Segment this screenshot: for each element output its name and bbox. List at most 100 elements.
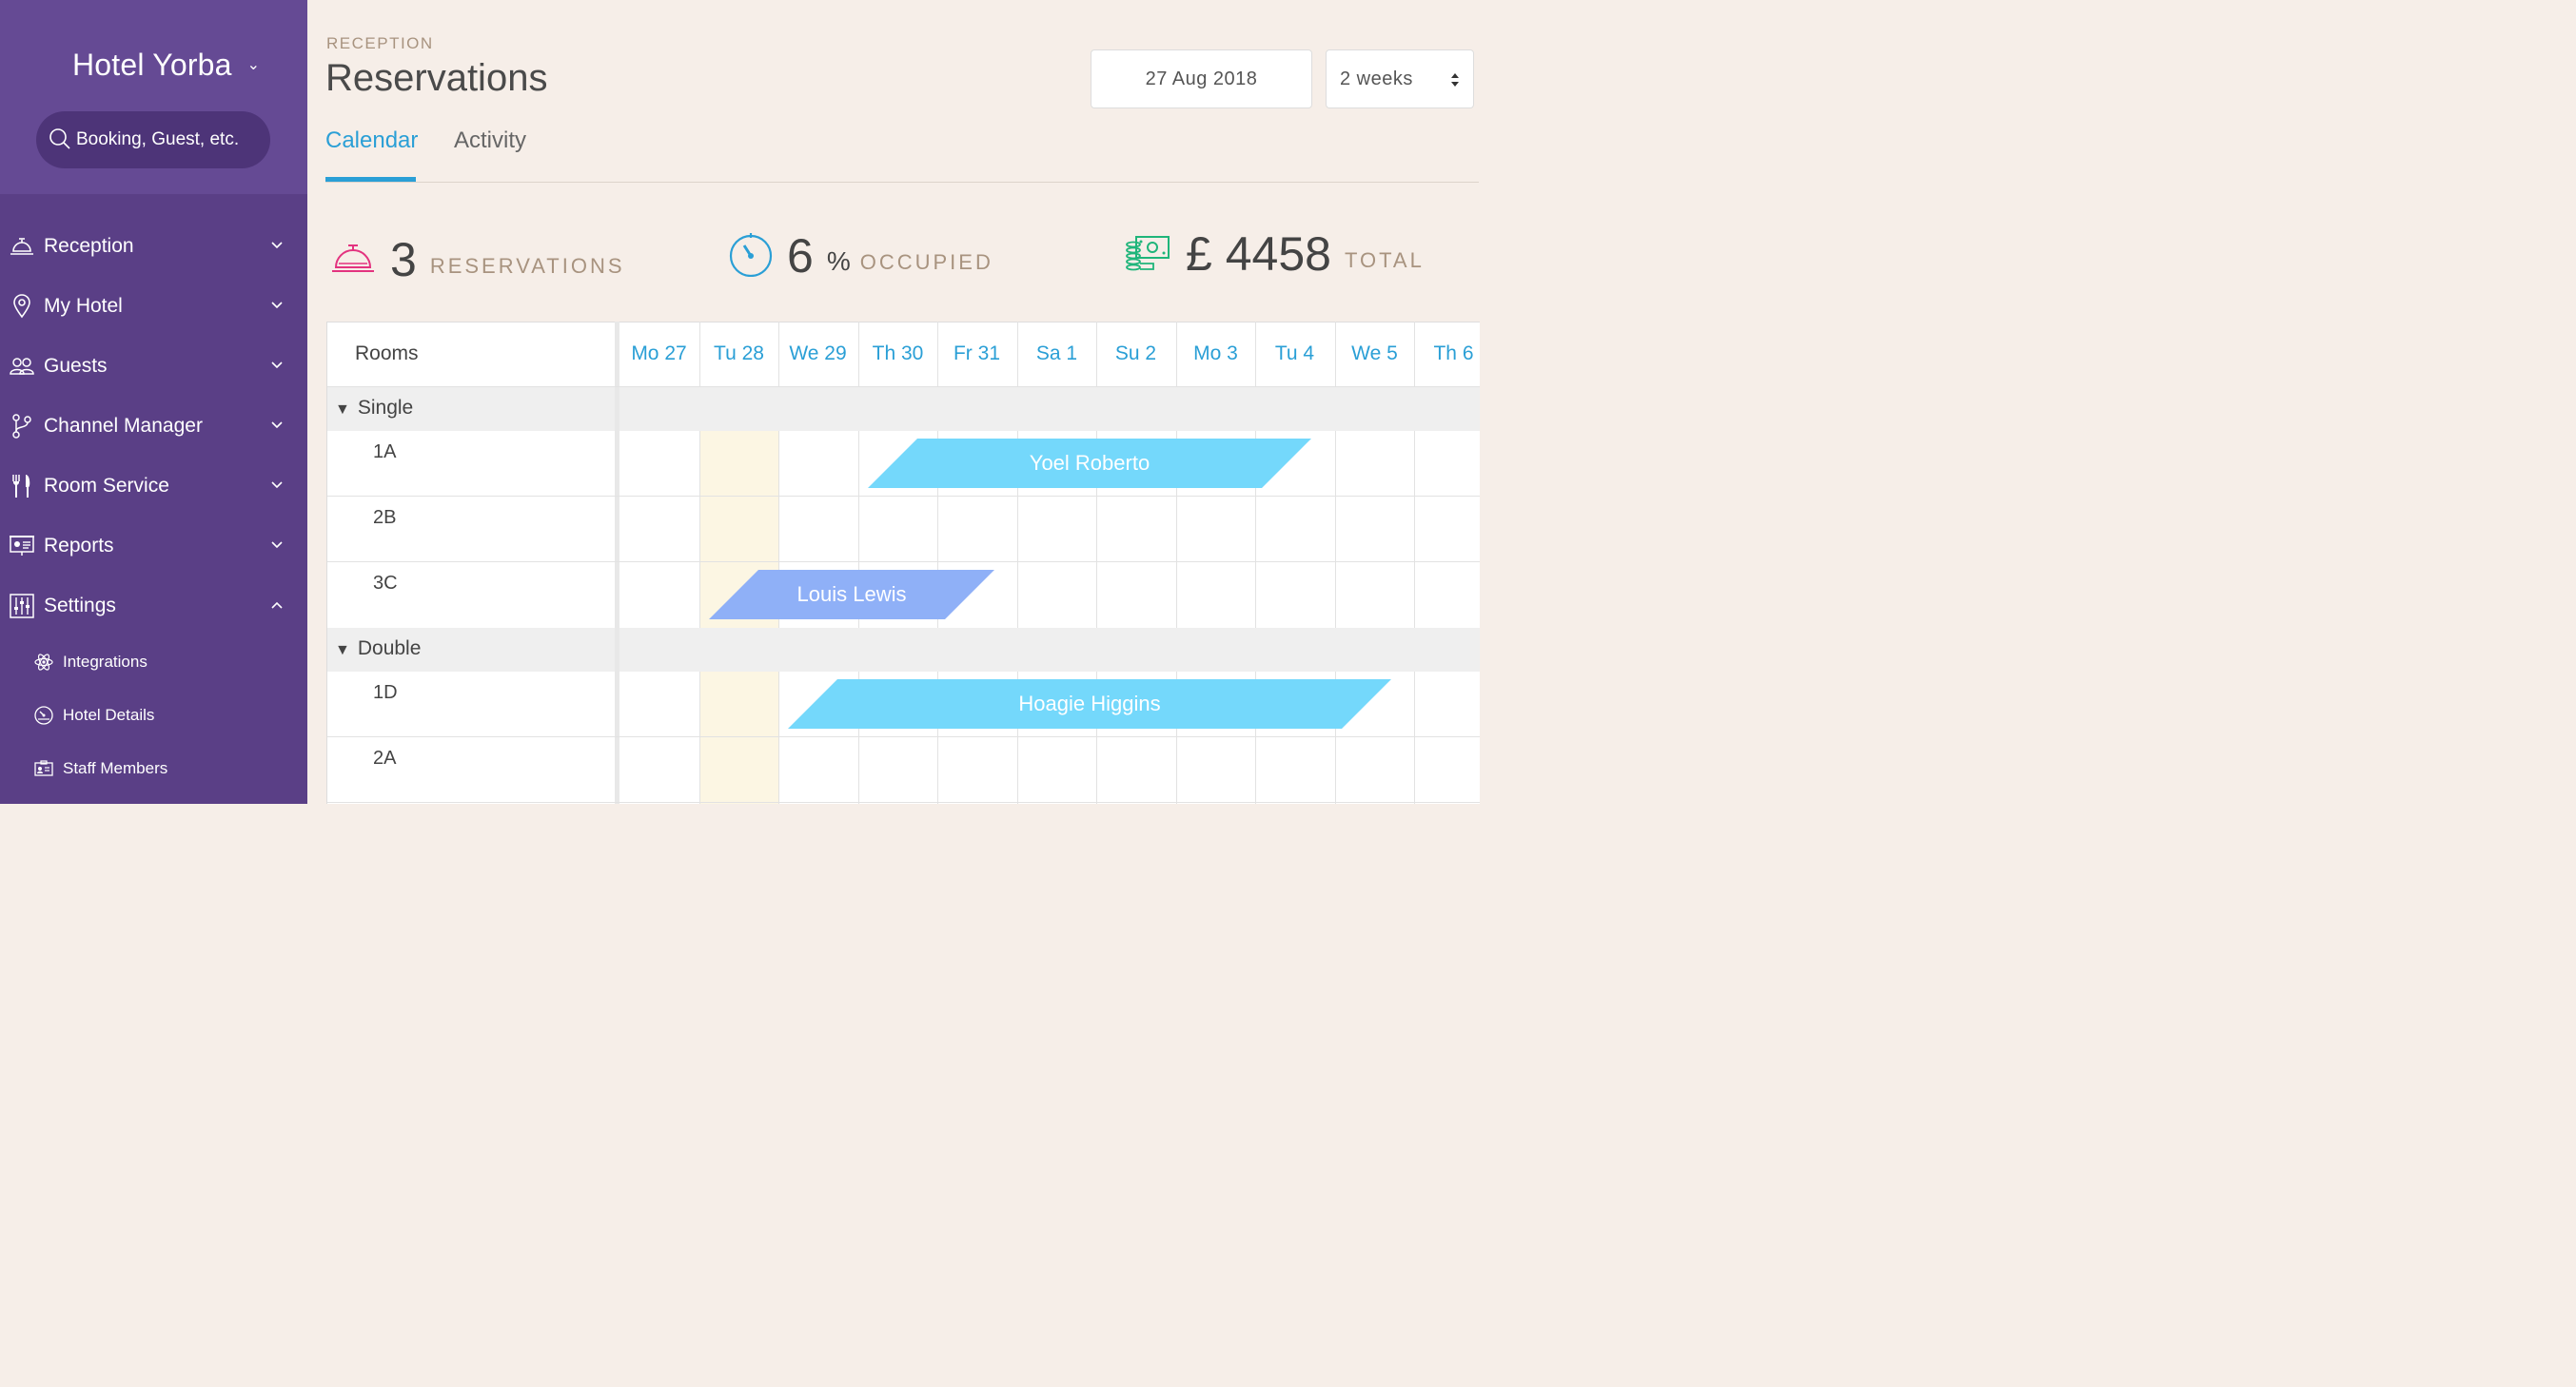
sidebar-nav: Reception My Hotel Guests Channel Manage… xyxy=(0,216,307,795)
booking-bar[interactable]: Yoel Roberto xyxy=(868,439,1311,488)
search-box[interactable] xyxy=(36,111,270,168)
chevron-down-icon xyxy=(271,297,283,314)
grid-line xyxy=(327,561,1480,562)
sidebar-item-settings[interactable]: Settings xyxy=(0,576,307,635)
stat-occupied-value: 6 xyxy=(787,229,814,283)
tab-bar: Calendar Activity xyxy=(325,122,1479,183)
sidebar-item-label: Room Service xyxy=(44,474,169,497)
bell-icon xyxy=(10,234,34,259)
sidebar-item-label: My Hotel xyxy=(44,294,123,317)
sidebar-subitem-staff-members[interactable]: Staff Members xyxy=(0,742,307,795)
day-header[interactable]: Tu 28 xyxy=(699,342,778,365)
grid-line xyxy=(1414,672,1415,804)
day-header[interactable]: Fr 31 xyxy=(937,342,1016,365)
sidebar-subitem-label: Integrations xyxy=(63,653,147,671)
day-header[interactable]: Th 6 xyxy=(1414,342,1480,365)
grid-line xyxy=(1414,431,1415,628)
money-icon xyxy=(1125,231,1170,278)
sidebar-item-room-service[interactable]: Room Service xyxy=(0,456,307,516)
tab-activity[interactable]: Activity xyxy=(454,127,526,154)
grid-line xyxy=(1414,322,1415,387)
users-icon xyxy=(10,354,34,379)
stat-occupied: 6 % OCCUPIED xyxy=(728,228,993,283)
day-header[interactable]: Th 30 xyxy=(858,342,937,365)
grid-line xyxy=(1335,322,1336,387)
day-header[interactable]: We 5 xyxy=(1335,342,1414,365)
room-group-toggle[interactable]: ▼ Single xyxy=(335,397,413,420)
tab-calendar[interactable]: Calendar xyxy=(325,127,418,154)
date-picker[interactable]: 27 Aug 2018 xyxy=(1091,49,1312,108)
grid-line xyxy=(327,736,1480,737)
stat-occupied-unit: OCCUPIED xyxy=(859,250,993,274)
sidebar-subitem-label: Staff Members xyxy=(63,759,168,777)
sidebar-item-label: Reception xyxy=(44,234,134,257)
concierge-bell-icon xyxy=(331,241,375,280)
sidebar-item-label: Channel Manager xyxy=(44,414,203,437)
day-header[interactable]: Sa 1 xyxy=(1017,342,1096,365)
room-group-row: ▼ Single xyxy=(327,387,1480,431)
hotel-selector[interactable]: Hotel Yorba ⌄ xyxy=(72,48,260,83)
sidebar: Hotel Yorba ⌄ Reception My Hotel xyxy=(0,0,307,804)
booking-guest-name: Yoel Roberto xyxy=(1029,451,1150,475)
stat-total-value: £ 4458 xyxy=(1186,227,1331,281)
day-header[interactable]: Tu 4 xyxy=(1255,342,1334,365)
room-label: 1D xyxy=(373,682,398,703)
grid-line xyxy=(778,322,779,387)
chevron-down-icon xyxy=(271,417,283,434)
sidebar-item-channel-manager[interactable]: Channel Manager xyxy=(0,396,307,456)
grid-line xyxy=(1096,322,1097,387)
day-header[interactable]: Mo 27 xyxy=(619,342,698,365)
search-input[interactable] xyxy=(76,129,266,150)
search-icon xyxy=(48,127,72,152)
select-arrows-icon xyxy=(1450,71,1460,93)
grid-line xyxy=(937,322,938,387)
id-card-icon xyxy=(34,759,53,778)
day-header[interactable]: Su 2 xyxy=(1096,342,1175,365)
dashboard-icon xyxy=(34,706,53,725)
booking-guest-name: Louis Lewis xyxy=(796,582,907,606)
sidebar-item-label: Settings xyxy=(44,594,116,616)
sidebar-subitem-integrations[interactable]: Integrations xyxy=(0,635,307,689)
booking-guest-name: Hoagie Higgins xyxy=(1018,692,1161,715)
room-group-row: ▼ Double xyxy=(327,628,1480,672)
sidebar-item-label: Guests xyxy=(44,354,108,377)
day-header[interactable]: Mo 3 xyxy=(1176,342,1255,365)
sidebar-item-reports[interactable]: Reports xyxy=(0,516,307,576)
atom-icon xyxy=(34,653,53,672)
cutlery-icon xyxy=(10,474,34,498)
range-select[interactable]: 2 weeks xyxy=(1326,49,1474,108)
room-label: 3C xyxy=(373,573,398,594)
column-divider xyxy=(615,322,619,804)
page-title: Reservations xyxy=(325,57,548,99)
rooms-header: Rooms xyxy=(355,342,419,364)
chevron-down-icon xyxy=(271,477,283,494)
sidebar-item-my-hotel[interactable]: My Hotel xyxy=(0,276,307,336)
stat-occupied-percent: % xyxy=(826,246,851,276)
grid-line xyxy=(327,496,1480,497)
sidebar-item-reception[interactable]: Reception xyxy=(0,216,307,276)
room-label: 2B xyxy=(373,507,397,528)
chevron-down-icon: ⌄ xyxy=(246,57,261,73)
stat-total-unit: TOTAL xyxy=(1344,248,1425,272)
sliders-icon xyxy=(10,593,34,618)
chevron-down-icon xyxy=(271,537,283,554)
collapse-triangle-icon: ▼ xyxy=(335,642,350,658)
gauge-icon xyxy=(728,231,774,282)
booking-bar[interactable]: Louis Lewis xyxy=(709,570,994,619)
chevron-down-icon xyxy=(271,357,283,374)
stat-reservations-value: 3 xyxy=(390,233,417,286)
room-label: 1A xyxy=(373,441,397,462)
day-header[interactable]: We 29 xyxy=(778,342,857,365)
sidebar-subitem-hotel-details[interactable]: Hotel Details xyxy=(0,689,307,742)
grid-line xyxy=(858,322,859,387)
range-select-value: 2 weeks xyxy=(1340,68,1413,89)
booking-bar[interactable]: Hoagie Higgins xyxy=(788,679,1391,729)
room-group-toggle[interactable]: ▼ Double xyxy=(335,637,421,660)
sidebar-item-guests[interactable]: Guests xyxy=(0,336,307,396)
grid-line xyxy=(1255,322,1256,387)
grid-line xyxy=(1017,322,1018,387)
stat-reservations: 3 RESERVATIONS xyxy=(331,232,625,287)
stat-reservations-unit: RESERVATIONS xyxy=(429,254,625,278)
sidebar-subitem-label: Hotel Details xyxy=(63,706,155,724)
reservation-calendar: Rooms Mo 27 Tu 28 We 29 Th 30 Fr 31 Sa 1… xyxy=(326,322,1480,804)
